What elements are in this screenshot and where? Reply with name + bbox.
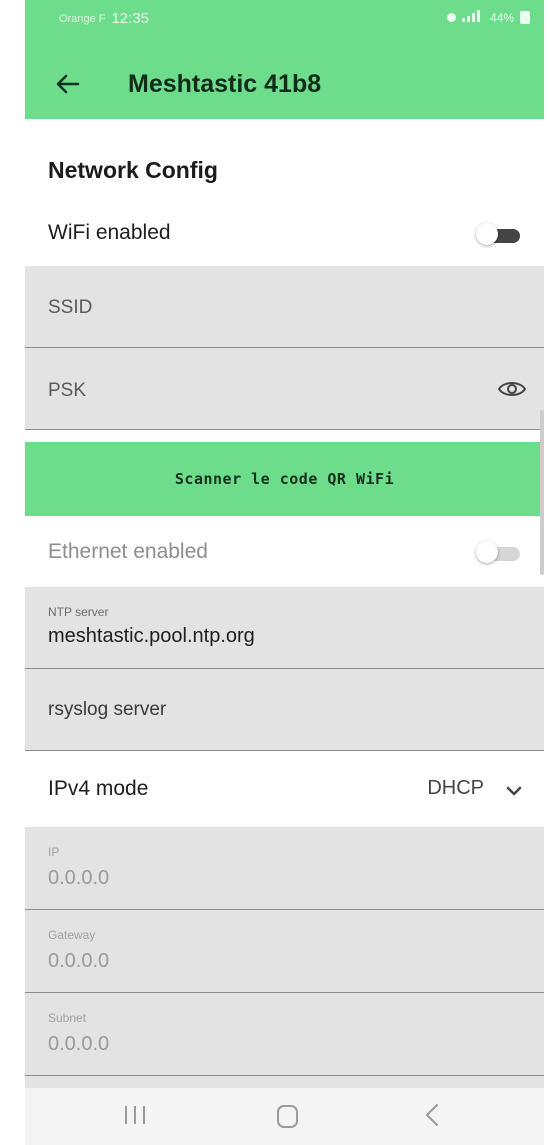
battery-percent: 44%: [489, 10, 514, 25]
app-title: Meshtastic 41b8: [128, 69, 322, 98]
ntp-server-label: NTP server: [48, 605, 109, 619]
eye-icon[interactable]: [497, 380, 527, 398]
rsyslog-server-field[interactable]: rsyslog server: [25, 669, 544, 751]
scroll-indicator[interactable]: [540, 410, 544, 575]
ntp-server-field[interactable]: NTP server meshtastic.pool.ntp.org: [25, 587, 544, 669]
chevron-down-icon[interactable]: [506, 784, 522, 796]
ipv4-mode-label: IPv4 mode: [48, 777, 149, 800]
status-right: 44%: [446, 10, 530, 25]
nav-back-icon[interactable]: [425, 1103, 439, 1131]
system-navigation-bar: [25, 1088, 544, 1145]
ssid-label: SSID: [48, 297, 93, 318]
psk-field[interactable]: PSK: [25, 348, 544, 430]
subnet-value: 0.0.0.0: [48, 1033, 110, 1055]
status-time: 12:35: [111, 10, 150, 27]
status-left: Orange F 12:35: [59, 10, 149, 27]
app-bar-row: Meshtastic 41b8: [25, 56, 544, 112]
recents-bar: [125, 1106, 127, 1124]
gateway-field: Gateway 0.0.0.0: [25, 910, 544, 993]
home-icon[interactable]: [277, 1105, 298, 1128]
back-arrow-icon[interactable]: [46, 62, 90, 106]
ip-label: IP: [48, 845, 60, 859]
rsyslog-server-label: rsyslog server: [48, 699, 167, 720]
subnet-field: Subnet 0.0.0.0: [25, 993, 544, 1076]
wifi-toggle-thumb: [476, 223, 498, 245]
ip-value: 0.0.0.0: [48, 867, 110, 889]
carrier-name: Orange F: [59, 12, 106, 25]
section-title: Network Config: [48, 157, 218, 183]
ip-field: IP 0.0.0.0: [25, 827, 544, 910]
right-gutter: [544, 0, 550, 1145]
signal-icon: [461, 10, 484, 25]
recents-icon[interactable]: [125, 1106, 145, 1126]
gateway-value: 0.0.0.0: [48, 950, 110, 972]
gateway-label: Gateway: [48, 928, 96, 942]
psk-label: PSK: [48, 380, 87, 401]
left-gutter: [0, 0, 25, 1145]
top-app-bar: Orange F 12:35 44% Meshtastic 41b8: [25, 0, 544, 119]
ssid-field[interactable]: SSID: [25, 266, 544, 348]
ntp-server-value: meshtastic.pool.ntp.org: [48, 625, 255, 647]
ethernet-enabled-label: Ethernet enabled: [48, 540, 208, 563]
ipv4-mode-value[interactable]: DHCP: [427, 777, 484, 800]
ethernet-toggle-thumb: [476, 541, 498, 563]
wifi-toggle[interactable]: [476, 223, 522, 246]
recents-bar: [143, 1106, 145, 1124]
ethernet-toggle: [476, 541, 522, 564]
wifi-enabled-row[interactable]: WiFi enabled: [25, 205, 544, 265]
scan-wifi-qr-button[interactable]: Scanner le code QR WiFi: [25, 442, 544, 516]
app: Orange F 12:35 44% Meshtastic 41b8 Netwo…: [25, 0, 544, 1145]
battery-icon: [520, 11, 530, 24]
wifi-enabled-label: WiFi enabled: [48, 221, 171, 244]
screen: Orange F 12:35 44% Meshtastic 41b8 Netwo…: [0, 0, 550, 1145]
subnet-label: Subnet: [48, 1011, 87, 1025]
recents-bar: [134, 1106, 136, 1124]
notification-dot-icon: [446, 13, 456, 22]
status-bar: Orange F 12:35 44%: [25, 0, 544, 38]
ethernet-enabled-row: Ethernet enabled: [25, 516, 544, 586]
ipv4-mode-row[interactable]: IPv4 mode DHCP: [25, 751, 544, 827]
